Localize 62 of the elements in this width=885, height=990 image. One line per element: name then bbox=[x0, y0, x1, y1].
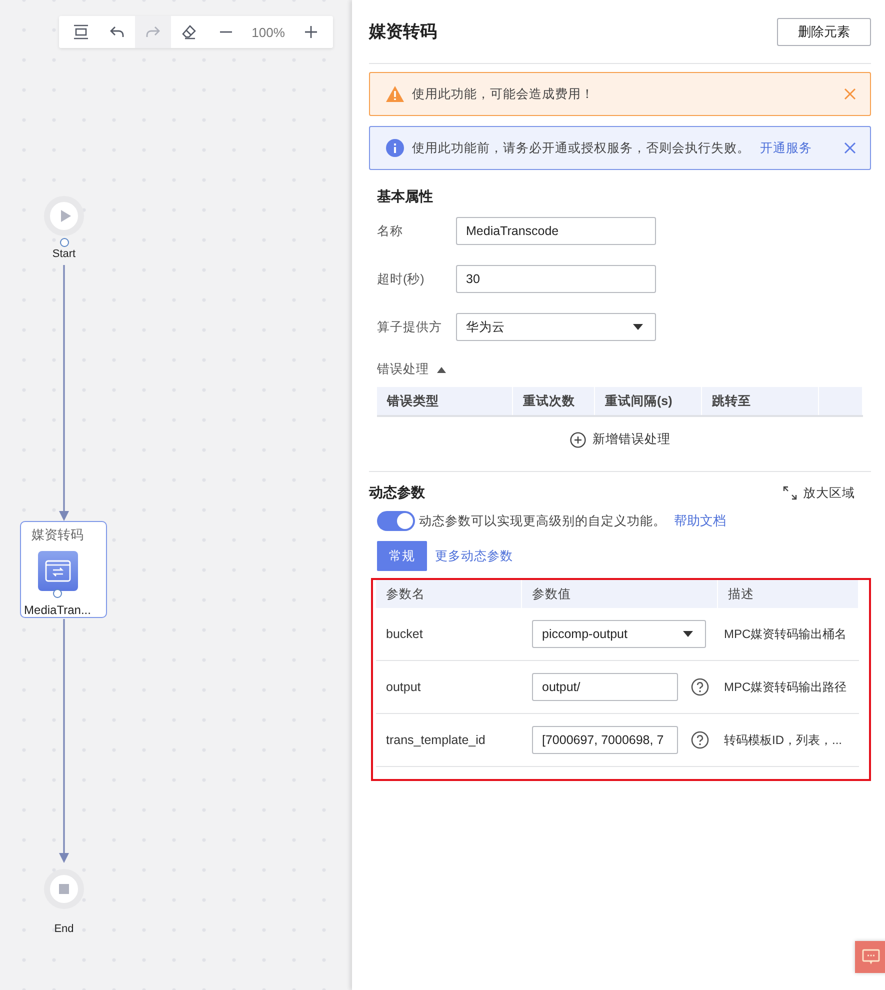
dropdown[interactable]: piccomp-output bbox=[532, 620, 706, 648]
section-heading: 基本属性 bbox=[377, 188, 434, 206]
info-icon bbox=[386, 139, 404, 157]
dropdown[interactable]: 华为云 bbox=[456, 313, 656, 341]
help-icon[interactable] bbox=[691, 731, 709, 749]
port-handle[interactable] bbox=[53, 589, 62, 598]
table-cell: output bbox=[376, 661, 522, 714]
close-icon[interactable] bbox=[844, 88, 856, 100]
transcode-icon bbox=[38, 551, 78, 591]
field-label: 名称 bbox=[377, 222, 404, 240]
warning-icon bbox=[386, 86, 404, 102]
add-error-button[interactable]: 新增错误处理 bbox=[570, 431, 670, 448]
column-header: 重试间隔(s) bbox=[595, 387, 702, 415]
node-label: Start bbox=[52, 248, 76, 260]
input-field[interactable]: output/ bbox=[532, 673, 678, 701]
node-title: 媒资转码 bbox=[32, 526, 84, 544]
help-link[interactable]: 帮助文档 bbox=[674, 512, 726, 530]
caret-icon[interactable] bbox=[437, 366, 446, 372]
add-icon bbox=[570, 432, 586, 448]
start-node[interactable] bbox=[44, 196, 84, 236]
column-header: 参数值 bbox=[522, 580, 718, 608]
caret-icon bbox=[683, 631, 693, 637]
toggle-description: 动态参数可以实现更高级别的自定义功能。 bbox=[419, 512, 666, 530]
port-handle[interactable] bbox=[60, 238, 68, 247]
section-heading: 动态参数 bbox=[369, 484, 425, 502]
delete-button[interactable]: 删除元素 bbox=[777, 18, 871, 46]
table-cell: MPC媒资转码输出路径 bbox=[718, 661, 859, 714]
expand-button[interactable]: 放大区域 bbox=[783, 484, 855, 502]
table-cell: bucket bbox=[376, 608, 522, 661]
field-label: 算子提供方 bbox=[377, 318, 443, 336]
tab[interactable]: 常规 bbox=[377, 541, 427, 571]
column-header: 跳转至 bbox=[702, 387, 819, 415]
panel-title: 媒资转码 bbox=[369, 21, 437, 43]
play-icon bbox=[60, 209, 72, 223]
chat-icon[interactable] bbox=[855, 941, 885, 973]
close-icon[interactable] bbox=[844, 142, 856, 154]
column-header: 描述 bbox=[718, 580, 859, 608]
table-cell: MPC媒资转码输出桶名 bbox=[718, 608, 859, 661]
input-field[interactable]: MediaTranscode bbox=[456, 217, 656, 245]
stop-icon bbox=[59, 884, 69, 894]
toggle-switch[interactable] bbox=[377, 511, 415, 531]
column-header: 错误类型 bbox=[377, 387, 513, 415]
node-label: End bbox=[54, 923, 74, 935]
alert-text: 使用此功能前，请务必开通或授权服务，否则会执行失败。 bbox=[412, 140, 750, 154]
task-node[interactable]: 媒资转码 MediaTran... bbox=[20, 521, 107, 618]
column-header: 参数名 bbox=[376, 580, 522, 608]
table-cell: 转码模板ID，列表，... bbox=[718, 714, 859, 767]
node-label: MediaTran... bbox=[24, 603, 91, 617]
tab[interactable]: 更多动态参数 bbox=[435, 541, 513, 571]
field-label: 超时(秒) bbox=[377, 270, 426, 288]
service-link[interactable]: 开通服务 bbox=[760, 140, 812, 154]
zoom-level: 100% bbox=[250, 24, 286, 40]
input-field[interactable]: 30 bbox=[456, 265, 656, 293]
collapse-label[interactable]: 错误处理 bbox=[377, 361, 429, 378]
table-cell: trans_template_id bbox=[376, 714, 522, 767]
caret-icon bbox=[633, 324, 643, 330]
expand-icon bbox=[783, 486, 797, 500]
end-node[interactable] bbox=[44, 869, 84, 909]
help-icon[interactable] bbox=[691, 678, 709, 696]
column-header: 重试次数 bbox=[513, 387, 595, 415]
alert-text: 使用此功能，可能会造成费用！ bbox=[412, 86, 594, 100]
input-field[interactable]: [7000697, 7000698, 7 bbox=[532, 726, 678, 754]
